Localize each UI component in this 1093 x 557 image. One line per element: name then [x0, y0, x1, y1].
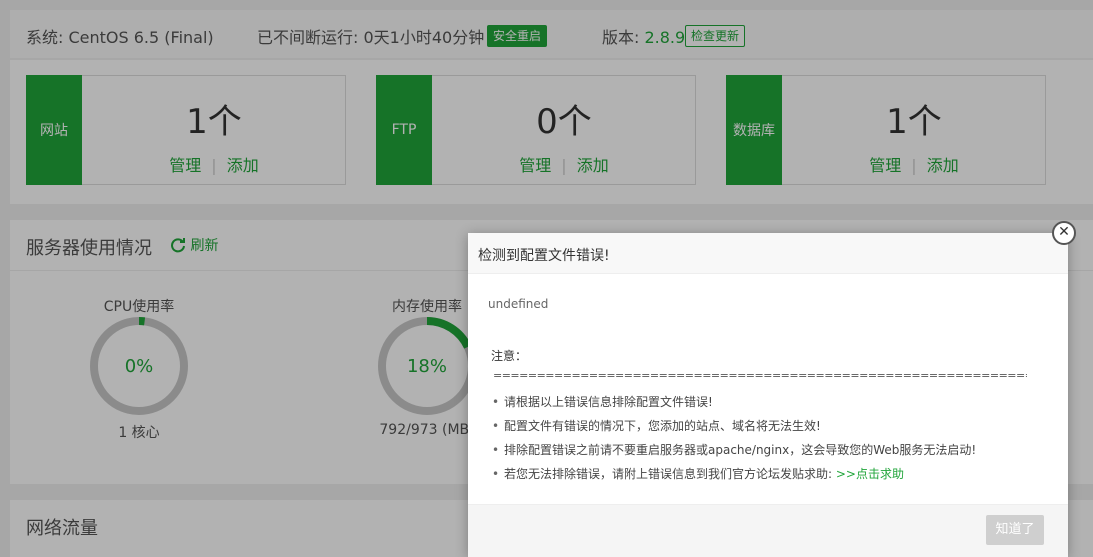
ok-button[interactable]: 知道了	[986, 515, 1044, 545]
help-link[interactable]: >>点击求助	[836, 467, 904, 481]
close-icon[interactable]: ✕	[1052, 221, 1076, 245]
error-message: undefined	[488, 297, 549, 311]
notice-divider: ========================================…	[493, 369, 1027, 382]
notice-label: 注意：	[491, 349, 528, 363]
notice-item: • 若您无法排除错误，请附上错误信息到我们官方论坛发贴求助: >>点击求助	[492, 467, 904, 481]
dialog-title: 检测到配置文件错误!	[478, 248, 610, 264]
config-error-dialog: 检测到配置文件错误! undefined 注意： ===============…	[468, 233, 1068, 557]
notice-item: • 请根据以上错误信息排除配置文件错误!	[492, 395, 713, 409]
notice-list: • 请根据以上错误信息排除配置文件错误! • 配置文件有错误的情况下，您添加的站点、…	[492, 390, 976, 486]
notice-item: • 配置文件有错误的情况下，您添加的站点、域名将无法生效!	[492, 419, 821, 433]
notice-item: • 排除配置错误之前请不要重启服务器或apache/nginx，这会导致您的Web…	[492, 443, 977, 457]
